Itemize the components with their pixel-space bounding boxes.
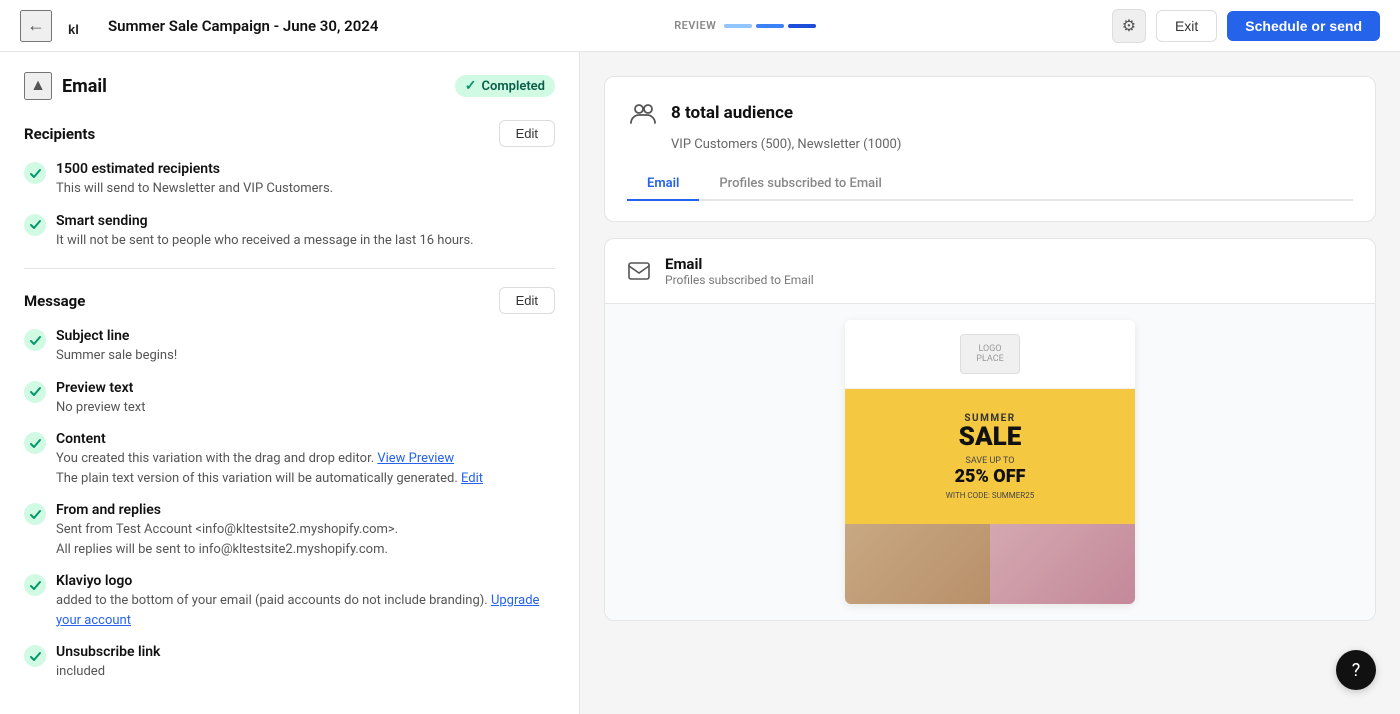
list-item: 1500 estimated recipients This will send… <box>24 161 555 199</box>
check-circle-icon <box>24 432 46 454</box>
progress-segment-1 <box>724 24 752 28</box>
email-section-header: ▲ Email ✓ Completed <box>24 72 555 100</box>
progress-bar: Review <box>674 19 816 32</box>
list-item: Content You created this variation with … <box>24 431 555 488</box>
tab-email[interactable]: Email <box>627 168 699 201</box>
tab-profiles-subscribed[interactable]: Profiles subscribed to Email <box>699 168 901 201</box>
smart-sending-desc: It will not be sent to people who receiv… <box>56 231 474 251</box>
email-envelope-icon <box>625 257 653 285</box>
email-photos <box>845 524 1135 604</box>
email-hero-title: SALE <box>861 424 1119 450</box>
completed-badge: ✓ Completed <box>455 75 555 97</box>
recipients-title: Recipients <box>24 125 95 143</box>
klaviyo-logo-icon: kl <box>64 8 100 44</box>
recipients-section-header: Recipients Edit <box>24 120 555 147</box>
top-nav: ← kl Summer Sale Campaign - June 30, 202… <box>0 0 1400 52</box>
channel-tabs: Email Profiles subscribed to Email <box>627 168 1353 201</box>
svg-text:kl: kl <box>68 22 79 37</box>
list-item: Preview text No preview text <box>24 380 555 418</box>
audience-subtitle: VIP Customers (500), Newsletter (1000) <box>671 137 1353 152</box>
estimated-recipients-title: 1500 estimated recipients <box>56 161 333 177</box>
upgrade-account-link[interactable]: Upgrade your account <box>56 593 539 628</box>
subject-line-desc: Summer sale begins! <box>56 346 177 366</box>
edit-recipients-button[interactable]: Edit <box>499 120 555 147</box>
view-preview-link[interactable]: View Preview <box>377 451 454 466</box>
collapse-button[interactable]: ▲ <box>24 72 52 100</box>
email-hero-discount: 25% OFF <box>861 466 1119 487</box>
left-panel: ▲ Email ✓ Completed Recipients Edit 1500… <box>0 52 580 714</box>
from-replies-title: From and replies <box>56 502 398 518</box>
unsubscribe-link-title: Unsubscribe link <box>56 644 160 660</box>
email-card-subtitle: Profiles subscribed to Email <box>665 273 814 287</box>
right-panel: 8 total audience VIP Customers (500), Ne… <box>580 52 1400 714</box>
edit-content-link[interactable]: Edit <box>461 471 483 486</box>
help-button[interactable]: ? <box>1336 650 1376 690</box>
email-card-header: Email Profiles subscribed to Email <box>605 239 1375 304</box>
nav-right: ⚙ Exit Schedule or send <box>1112 9 1380 43</box>
check-circle-icon <box>24 214 46 236</box>
message-title: Message <box>24 292 85 310</box>
klaviyo-logo-desc: added to the bottom of your email (paid … <box>56 591 555 630</box>
main-layout: ▲ Email ✓ Completed Recipients Edit 1500… <box>0 52 1400 714</box>
nav-left: ← kl Summer Sale Campaign - June 30, 202… <box>20 8 378 44</box>
email-photo-1 <box>845 524 990 604</box>
email-mockup-logo: LOGOPLACE <box>845 320 1135 389</box>
email-photo-2 <box>990 524 1135 604</box>
divider <box>24 268 555 269</box>
back-button[interactable]: ← <box>20 10 52 42</box>
check-circle-icon <box>24 381 46 403</box>
schedule-send-button[interactable]: Schedule or send <box>1227 11 1380 41</box>
email-hero-sub: SAVE UP TO <box>861 456 1119 466</box>
audience-icon <box>627 97 659 129</box>
content-title: Content <box>56 431 483 447</box>
check-icon: ✓ <box>465 78 477 94</box>
settings-button[interactable]: ⚙ <box>1112 9 1146 43</box>
check-circle-icon <box>24 574 46 596</box>
email-toggle: ▲ Email <box>24 72 107 100</box>
klaviyo-logo-title: Klaviyo logo <box>56 573 555 589</box>
edit-message-button[interactable]: Edit <box>499 287 555 314</box>
review-label: Review <box>674 19 716 32</box>
message-section-header: Message Edit <box>24 287 555 314</box>
unsubscribe-link-desc: included <box>56 662 160 682</box>
check-circle-icon <box>24 162 46 184</box>
audience-title: 8 total audience <box>671 103 793 123</box>
subject-line-title: Subject line <box>56 328 177 344</box>
logo-area: kl Summer Sale Campaign - June 30, 2024 <box>64 8 378 44</box>
audience-card: 8 total audience VIP Customers (500), Ne… <box>604 76 1376 222</box>
progress-segment-3 <box>788 24 816 28</box>
email-hero: SUMMER SALE SAVE UP TO 25% OFF WITH CODE… <box>845 389 1135 524</box>
list-item: Subject line Summer sale begins! <box>24 328 555 366</box>
smart-sending-title: Smart sending <box>56 213 474 229</box>
exit-button[interactable]: Exit <box>1156 10 1217 42</box>
from-replies-desc: Sent from Test Account <info@kltestsite2… <box>56 520 398 559</box>
check-circle-icon <box>24 329 46 351</box>
email-visual: LOGOPLACE SUMMER SALE SAVE UP TO 25% OFF… <box>605 304 1375 620</box>
preview-text-title: Preview text <box>56 380 146 396</box>
email-hero-code: WITH CODE: SUMMER25 <box>861 491 1119 500</box>
list-item: From and replies Sent from Test Account … <box>24 502 555 559</box>
check-circle-icon <box>24 645 46 667</box>
preview-text-desc: No preview text <box>56 398 146 418</box>
email-section-label: Email <box>62 76 107 97</box>
check-circle-icon <box>24 503 46 525</box>
content-desc: You created this variation with the drag… <box>56 449 483 488</box>
campaign-title: Summer Sale Campaign - June 30, 2024 <box>108 17 378 35</box>
email-preview-card: Email Profiles subscribed to Email LOGOP… <box>604 238 1376 621</box>
list-item: Smart sending It will not be sent to peo… <box>24 213 555 251</box>
completed-label: Completed <box>481 79 545 94</box>
list-item: Klaviyo logo added to the bottom of your… <box>24 573 555 630</box>
audience-header: 8 total audience <box>627 97 1353 129</box>
logo-placeholder: LOGOPLACE <box>960 334 1020 374</box>
estimated-recipients-desc: This will send to Newsletter and VIP Cus… <box>56 179 333 199</box>
email-card-title: Email <box>665 255 814 273</box>
progress-segment-2 <box>756 24 784 28</box>
email-mockup: LOGOPLACE SUMMER SALE SAVE UP TO 25% OFF… <box>845 320 1135 604</box>
list-item: Unsubscribe link included <box>24 644 555 682</box>
